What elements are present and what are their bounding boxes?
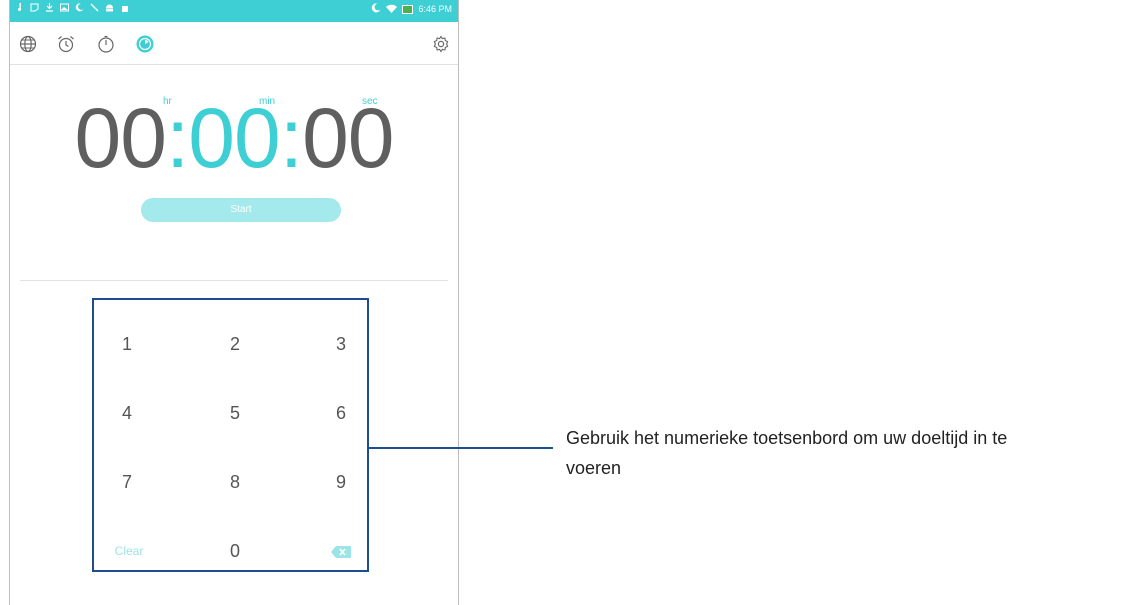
status-right: 6:46 PM xyxy=(371,3,452,15)
timer-tab[interactable] xyxy=(135,34,155,54)
status-left-icons xyxy=(15,3,129,12)
divider xyxy=(20,280,448,281)
gear-icon xyxy=(433,35,449,53)
hours-value[interactable]: 00 xyxy=(75,91,167,185)
moon-status-icon xyxy=(371,3,381,15)
seconds-value[interactable]: 00 xyxy=(302,91,394,185)
battery-icon xyxy=(402,4,414,14)
world-clock-tab[interactable] xyxy=(18,34,38,54)
download-icon xyxy=(45,3,54,12)
globe-icon xyxy=(19,35,37,53)
wifi-icon xyxy=(386,4,398,15)
toolbar xyxy=(10,22,458,65)
callout-line xyxy=(369,447,553,449)
timer-icon xyxy=(136,35,154,53)
music-note-icon xyxy=(15,3,24,12)
image-icon xyxy=(60,3,69,12)
stopwatch-icon xyxy=(98,35,114,53)
moon-icon xyxy=(75,3,84,12)
status-bar: 6:46 PM xyxy=(10,0,458,22)
separator-1: : xyxy=(165,91,189,185)
tool-icon xyxy=(90,3,99,12)
separator-2: : xyxy=(279,91,303,185)
alarm-clock-icon xyxy=(58,36,74,53)
timer-display: 00:00:00 xyxy=(10,96,458,180)
annotation-text: Gebruik het numerieke toetsenbord om uw … xyxy=(566,423,1007,483)
status-time: 6:46 PM xyxy=(418,4,452,14)
annotation-line-2: voeren xyxy=(566,458,622,478)
minutes-value[interactable]: 00 xyxy=(188,91,280,185)
alarm-tab[interactable] xyxy=(56,34,76,54)
stopwatch-tab[interactable] xyxy=(96,34,116,54)
start-button[interactable]: Start xyxy=(141,198,341,222)
lock-icon xyxy=(120,3,129,12)
keypad-highlight-box xyxy=(92,298,369,572)
annotation-line-1: Gebruik het numerieke toetsenbord om uw … xyxy=(566,428,1008,448)
android-icon xyxy=(105,3,114,12)
screenshot-icon xyxy=(30,3,39,12)
settings-button[interactable] xyxy=(431,34,451,54)
